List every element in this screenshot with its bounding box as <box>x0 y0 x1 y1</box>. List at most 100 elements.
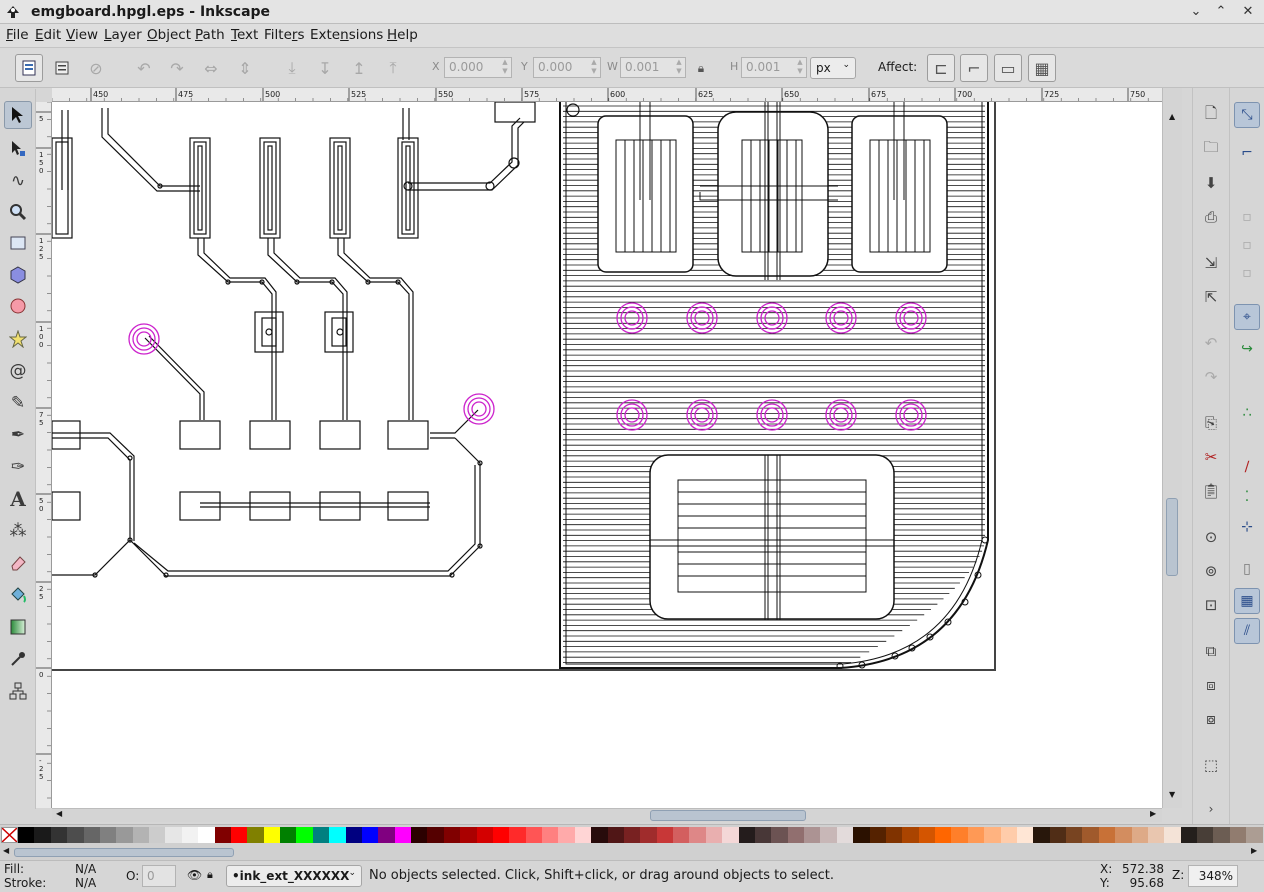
rectangle-tool-icon[interactable] <box>4 229 32 257</box>
lower-icon[interactable]: ↧ <box>311 54 339 82</box>
color-swatch[interactable] <box>476 827 493 843</box>
flip-horizontal-icon[interactable]: ⇔ <box>197 54 225 82</box>
scroll-down-icon[interactable]: ▼ <box>1169 790 1175 799</box>
color-swatch[interactable] <box>394 827 411 843</box>
color-swatch[interactable] <box>509 827 526 843</box>
color-swatch[interactable] <box>247 827 264 843</box>
layer-lock-icon[interactable]: 🔒︎ <box>207 868 213 882</box>
color-swatch[interactable] <box>885 827 903 843</box>
color-swatch[interactable] <box>263 827 280 843</box>
more-commands-icon[interactable]: › <box>1198 796 1224 822</box>
color-swatch[interactable] <box>591 827 608 843</box>
scroll-left-icon[interactable]: ◀ <box>3 846 9 855</box>
unlink-clone-icon[interactable]: ⧇ <box>1198 706 1224 732</box>
snap-midpoint-icon[interactable]: ⁚ <box>1234 484 1260 510</box>
no-paint-swatch[interactable] <box>1 827 18 843</box>
snap-nodes-icon[interactable]: ⌖ <box>1234 304 1260 330</box>
export-icon[interactable]: ⇱ <box>1198 284 1224 310</box>
snap-smooth-icon[interactable]: ∕ <box>1234 454 1260 480</box>
3d-box-tool-icon[interactable] <box>4 261 32 289</box>
connector-tool-icon[interactable] <box>4 677 32 705</box>
select-all-layers-icon[interactable] <box>48 54 76 82</box>
color-swatch[interactable] <box>1164 827 1181 843</box>
pencil-tool-icon[interactable]: ✎ <box>4 389 32 417</box>
color-swatch[interactable] <box>345 827 362 843</box>
color-swatch[interactable] <box>1082 827 1099 843</box>
maximize-icon[interactable]: ⌃ <box>1212 3 1230 21</box>
color-swatch[interactable] <box>1098 827 1116 843</box>
menu-extensions[interactable]: Extensions <box>310 27 383 43</box>
color-swatch[interactable] <box>280 827 297 843</box>
menu-view[interactable]: View <box>66 27 98 43</box>
layer-select[interactable]: •ink_ext_XXXXXX ⌄ <box>226 865 362 887</box>
transform-patterns-icon[interactable]: ▦ <box>1028 54 1056 82</box>
color-swatch[interactable] <box>1016 827 1034 843</box>
ellipse-tool-icon[interactable] <box>4 292 32 320</box>
star-tool-icon[interactable] <box>4 325 32 353</box>
calligraphy-tool-icon[interactable]: ✑ <box>4 453 32 481</box>
paint-bucket-tool-icon[interactable] <box>4 581 32 609</box>
color-swatch[interactable] <box>492 827 510 843</box>
scroll-left-icon[interactable]: ◀ <box>56 809 62 818</box>
palette-scrollbar[interactable]: ◀ ▶ <box>0 844 1264 860</box>
visibility-eye-icon[interactable]: 👁︎ <box>187 868 202 882</box>
horizontal-scrollbar[interactable]: ◀ ▶ <box>52 808 1162 822</box>
spray-tool-icon[interactable]: ⁂ <box>4 517 32 545</box>
snap-enable-icon[interactable]: ⤡ <box>1234 102 1260 128</box>
color-swatch[interactable] <box>869 827 886 843</box>
tweak-tool-icon[interactable]: ∿ <box>4 167 32 195</box>
color-swatch[interactable] <box>574 827 592 843</box>
color-swatch[interactable] <box>149 827 166 843</box>
import-icon[interactable]: ⇲ <box>1198 250 1224 276</box>
color-swatch[interactable] <box>329 827 346 843</box>
color-swatch[interactable] <box>132 827 149 843</box>
snap-cusp-icon[interactable]: ∴ <box>1234 400 1260 426</box>
color-swatch[interactable] <box>67 827 84 843</box>
duplicate-icon[interactable]: ⧉ <box>1198 638 1224 664</box>
color-swatch[interactable] <box>673 827 690 843</box>
color-swatch[interactable] <box>312 827 330 843</box>
color-swatch[interactable] <box>656 827 673 843</box>
scroll-right-icon[interactable]: ▶ <box>1251 846 1257 855</box>
color-swatch[interactable] <box>607 827 624 843</box>
menu-text[interactable]: Text <box>231 27 258 43</box>
height-field[interactable]: 0.001 ▲ ▼ <box>741 57 807 78</box>
cut-icon[interactable]: ✂ <box>1198 444 1224 470</box>
transform-gradients-icon[interactable]: ▭ <box>994 54 1022 82</box>
lower-to-bottom-icon[interactable]: ⤓ <box>278 54 306 82</box>
scroll-right-icon[interactable]: ▶ <box>1150 809 1156 818</box>
horizontal-scrollbar-thumb[interactable] <box>650 810 806 821</box>
menu-layer[interactable]: Layer <box>104 27 142 43</box>
undo-icon[interactable]: ↶ <box>1198 330 1224 356</box>
color-swatch[interactable] <box>165 827 182 843</box>
units-select[interactable]: px ⌄ <box>810 57 856 79</box>
y-field[interactable]: 0.000 ▲ ▼ <box>533 57 601 78</box>
dropper-tool-icon[interactable] <box>4 645 32 673</box>
snap-bbox-midpoint-icon[interactable]: ▫ <box>1234 260 1260 286</box>
vertical-scrollbar-thumb[interactable] <box>1166 498 1178 576</box>
raise-to-top-icon[interactable]: ⤒ <box>379 54 407 82</box>
color-swatch[interactable] <box>542 827 559 843</box>
raise-icon[interactable]: ↥ <box>345 54 373 82</box>
horizontal-ruler[interactable]: 450 475 500 525 550 575 600 625 650 675 700 725 750 <box>52 88 1162 102</box>
color-swatch[interactable] <box>738 827 755 843</box>
paste-icon[interactable]: 📋︎ <box>1198 478 1224 504</box>
menu-filters[interactable]: Filters <box>264 27 305 43</box>
color-swatch[interactable] <box>689 827 706 843</box>
color-swatch[interactable] <box>1033 827 1050 843</box>
open-icon[interactable]: 🗀 <box>1198 136 1224 162</box>
node-tool-icon[interactable] <box>4 134 32 162</box>
eraser-tool-icon[interactable] <box>4 549 32 577</box>
color-swatch[interactable] <box>1131 827 1148 843</box>
color-swatch[interactable] <box>935 827 952 843</box>
color-swatch[interactable] <box>230 827 248 843</box>
pen-tool-icon[interactable]: ✒ <box>4 421 32 449</box>
lock-icon[interactable]: 🔒︎ <box>690 54 712 82</box>
menu-object[interactable]: Object <box>147 27 191 43</box>
flip-vertical-icon[interactable]: ⇕ <box>231 54 259 82</box>
color-swatch[interactable] <box>460 827 477 843</box>
color-swatch[interactable] <box>951 827 968 843</box>
color-swatch[interactable] <box>722 827 739 843</box>
deselect-icon[interactable]: ⊘ <box>82 54 110 82</box>
drawing-canvas[interactable] <box>52 102 1162 808</box>
